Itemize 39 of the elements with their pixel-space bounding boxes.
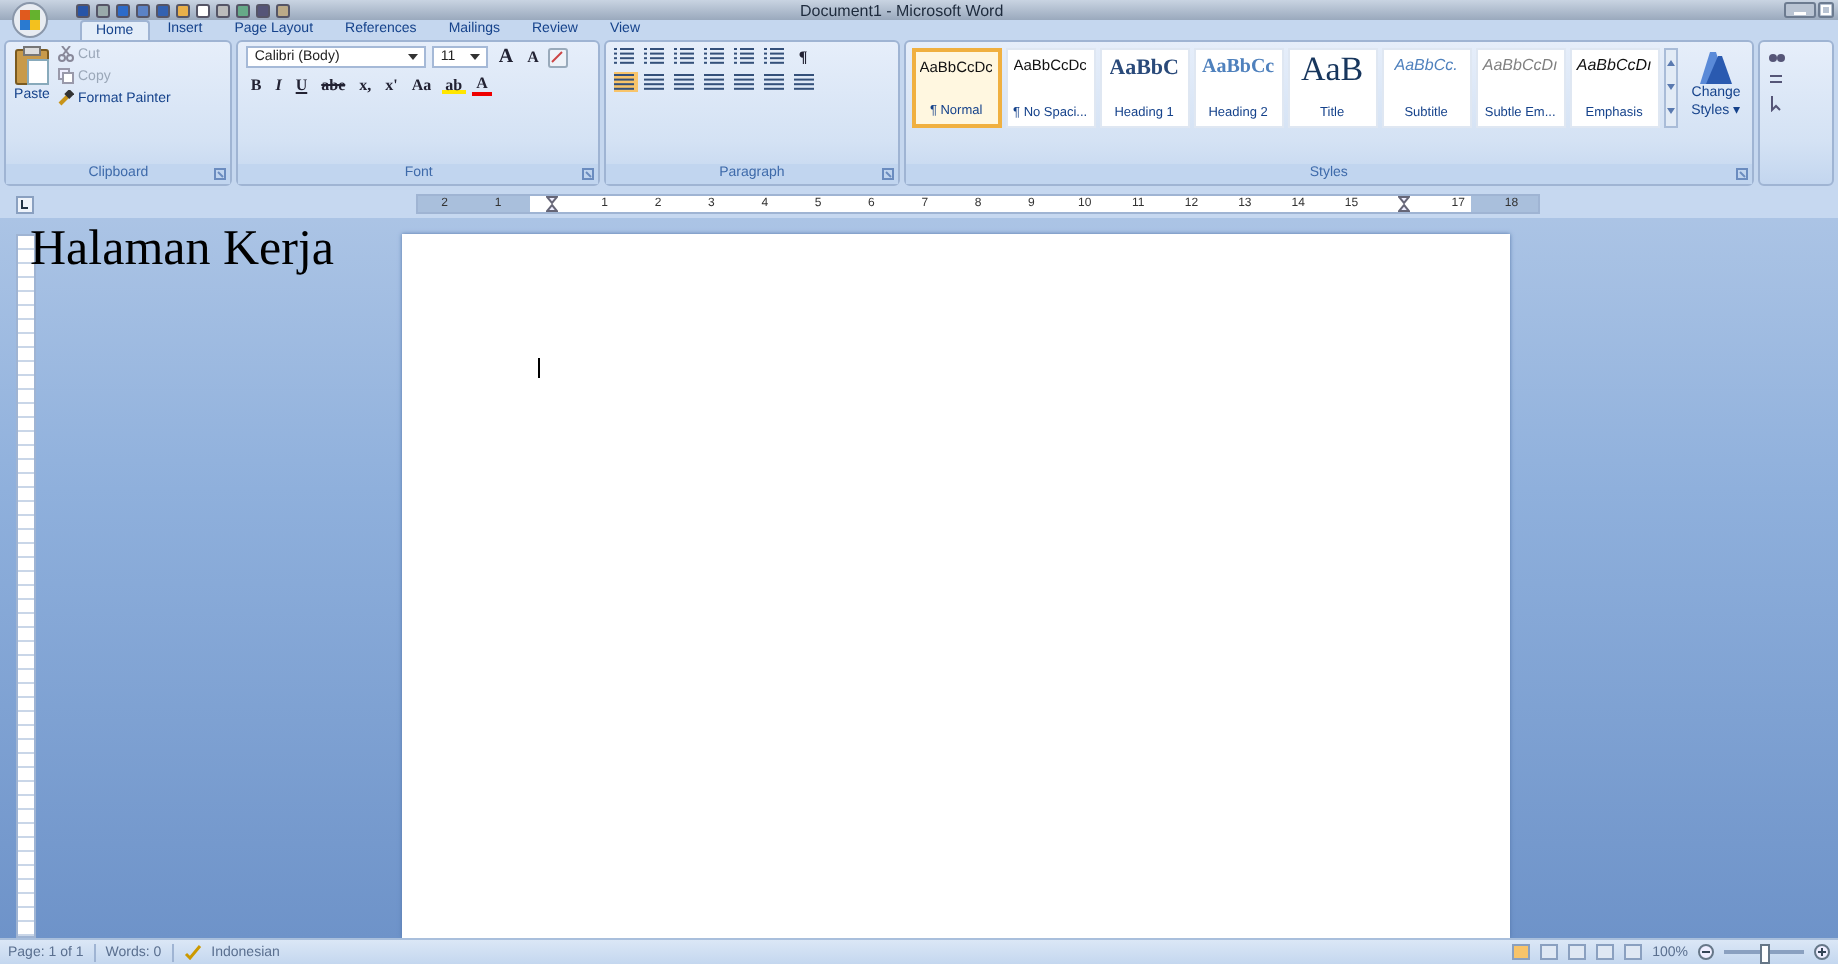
copy-icon	[58, 68, 74, 84]
minimize-icon[interactable]	[1784, 2, 1816, 18]
indent-marker-icon[interactable]	[545, 196, 558, 212]
brush-icon	[58, 90, 74, 106]
show-marks-button[interactable]: ¶	[794, 47, 812, 65]
grow-font-button[interactable]: A	[494, 46, 518, 68]
highlight-button[interactable]: ab	[441, 76, 467, 94]
zoom-slider[interactable]	[1760, 944, 1770, 964]
align-center-icon[interactable]	[644, 72, 669, 92]
format-button[interactable]: x,	[355, 76, 376, 94]
format-button[interactable]: B	[246, 76, 266, 94]
replace-icon[interactable]	[1768, 70, 1787, 88]
bullets-icon[interactable]	[614, 46, 639, 66]
annotation-label: Halaman Kerja	[30, 222, 335, 278]
caret-icon[interactable]	[408, 54, 419, 60]
justify-icon[interactable]	[704, 72, 729, 92]
window-title: Document1 - Microsoft Word	[800, 2, 1004, 20]
text-cursor-icon	[536, 358, 542, 378]
format-button[interactable]: Aa	[407, 76, 436, 94]
align-left-icon[interactable]	[614, 72, 639, 92]
align-right-icon[interactable]	[674, 72, 699, 92]
tab-selector-icon[interactable]	[16, 195, 34, 213]
format-button[interactable]: U	[291, 76, 312, 94]
clipboard-icon	[14, 46, 50, 86]
format-button[interactable]: abe	[317, 76, 350, 94]
shrink-font-button[interactable]: A	[523, 48, 543, 66]
clear-formatting-icon[interactable]	[548, 47, 569, 67]
office-button[interactable]	[8, 2, 52, 38]
gallery-scroll-icon[interactable]	[1663, 48, 1678, 128]
scissors-icon	[58, 46, 74, 62]
format-button[interactable]: I	[271, 76, 286, 94]
indent-marker-icon[interactable]	[1398, 196, 1411, 212]
zoom-out-icon[interactable]	[1698, 944, 1714, 960]
zoom-in-icon[interactable]	[1814, 944, 1830, 960]
format-button[interactable]: x'	[381, 76, 402, 94]
maximize-icon[interactable]	[1818, 2, 1834, 18]
caret-icon[interactable]	[470, 54, 481, 60]
font-color-button[interactable]: A	[472, 74, 492, 96]
change-styles-icon	[1700, 52, 1733, 84]
